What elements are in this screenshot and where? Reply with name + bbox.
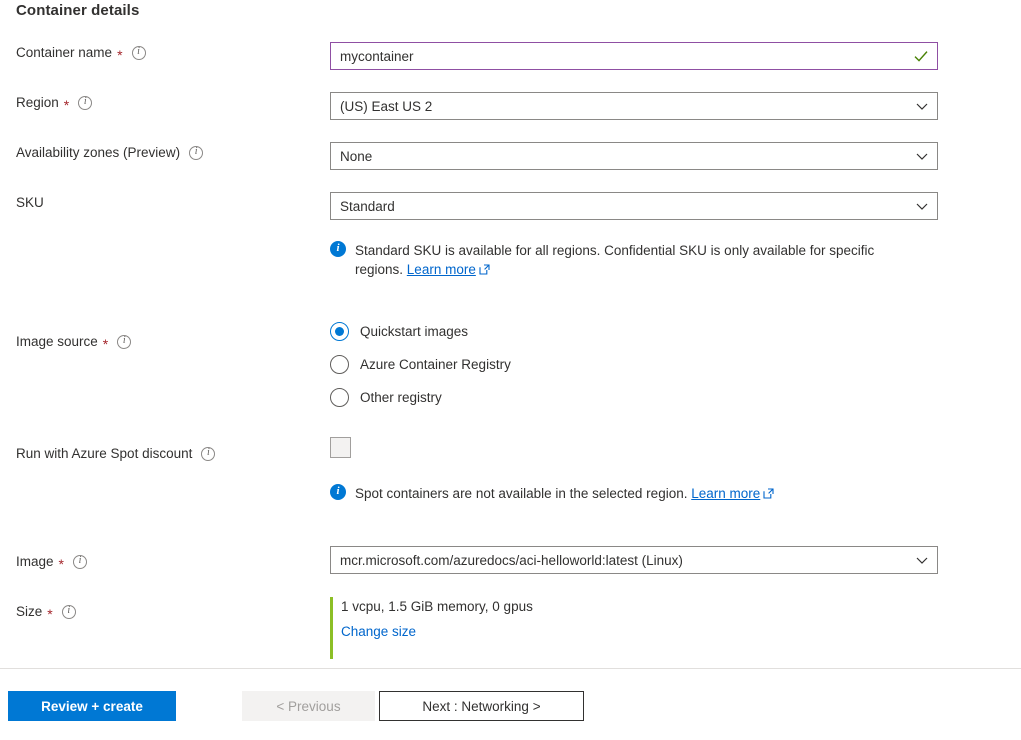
form-body: Container details Container name * i myc… bbox=[0, 0, 1021, 668]
container-name-input-wrap: mycontainer bbox=[330, 42, 938, 70]
sku-info-text: Standard SKU is available for all region… bbox=[355, 241, 911, 279]
size-summary-inner: 1 vcpu, 1.5 GiB memory, 0 gpus Change si… bbox=[330, 597, 533, 642]
info-icon[interactable]: i bbox=[189, 146, 203, 160]
region-value: (US) East US 2 bbox=[340, 99, 915, 114]
size-summary-block: 1 vcpu, 1.5 GiB memory, 0 gpus Change si… bbox=[330, 597, 533, 659]
page-title: Container details bbox=[16, 2, 139, 19]
size-accent-bar bbox=[330, 597, 333, 659]
availability-zones-select[interactable]: None bbox=[330, 142, 938, 170]
container-name-input[interactable]: mycontainer bbox=[330, 42, 938, 70]
label-text: Size bbox=[16, 604, 42, 619]
radio-label: Azure Container Registry bbox=[360, 357, 511, 372]
availability-zones-select-wrap: None bbox=[330, 142, 938, 170]
container-name-value: mycontainer bbox=[340, 49, 913, 64]
spot-info-message: i Spot containers are not available in t… bbox=[330, 484, 774, 503]
label-text: Image bbox=[16, 554, 54, 569]
region-select-wrap: (US) East US 2 bbox=[330, 92, 938, 120]
label-region: Region * i bbox=[16, 95, 92, 110]
label-image-source: Image source * i bbox=[16, 334, 131, 349]
label-image: Image * i bbox=[16, 554, 87, 569]
review-create-button[interactable]: Review + create bbox=[8, 691, 176, 721]
chevron-down-icon bbox=[915, 99, 929, 113]
label-sku: SKU bbox=[16, 195, 44, 210]
label-availability-zones: Availability zones (Preview) i bbox=[16, 145, 203, 160]
radio-indicator bbox=[330, 388, 349, 407]
sku-learn-more-link[interactable]: Learn more bbox=[407, 262, 476, 277]
info-filled-icon: i bbox=[330, 484, 346, 500]
chevron-down-icon bbox=[915, 149, 929, 163]
radio-label: Other registry bbox=[360, 390, 442, 405]
next-networking-button[interactable]: Next : Networking > bbox=[379, 691, 584, 721]
previous-button[interactable]: < Previous bbox=[242, 691, 375, 721]
external-link-icon bbox=[479, 264, 490, 275]
label-spot-discount: Run with Azure Spot discount i bbox=[16, 446, 215, 461]
label-text: Region bbox=[16, 95, 59, 110]
spot-info-text: Spot containers are not available in the… bbox=[355, 484, 774, 503]
external-link-icon bbox=[763, 488, 774, 499]
label-text: Availability zones (Preview) bbox=[16, 145, 180, 160]
info-icon[interactable]: i bbox=[201, 447, 215, 461]
info-icon[interactable]: i bbox=[117, 335, 131, 349]
sku-select[interactable]: Standard bbox=[330, 192, 938, 220]
spot-discount-checkbox[interactable] bbox=[330, 437, 351, 458]
label-container-name: Container name * i bbox=[16, 45, 146, 60]
label-text: Container name bbox=[16, 45, 112, 60]
info-filled-icon: i bbox=[330, 241, 346, 257]
region-select[interactable]: (US) East US 2 bbox=[330, 92, 938, 120]
container-details-form: Container details Container name * i myc… bbox=[0, 0, 1021, 740]
size-summary-text: 1 vcpu, 1.5 GiB memory, 0 gpus bbox=[341, 597, 533, 617]
radio-option-other-registry[interactable]: Other registry bbox=[330, 388, 442, 407]
checkmark-icon bbox=[913, 48, 929, 64]
image-select-wrap: mcr.microsoft.com/azuredocs/aci-hellowor… bbox=[330, 546, 938, 574]
sku-value: Standard bbox=[340, 199, 915, 214]
radio-option-azure-container-registry[interactable]: Azure Container Registry bbox=[330, 355, 511, 374]
sku-select-wrap: Standard bbox=[330, 192, 938, 220]
chevron-down-icon bbox=[915, 553, 929, 567]
required-asterisk: * bbox=[47, 607, 52, 621]
label-text: SKU bbox=[16, 195, 44, 210]
radio-label: Quickstart images bbox=[360, 324, 468, 339]
required-asterisk: * bbox=[59, 557, 64, 571]
info-icon[interactable]: i bbox=[132, 46, 146, 60]
required-asterisk: * bbox=[64, 98, 69, 112]
chevron-down-icon bbox=[915, 199, 929, 213]
radio-indicator bbox=[330, 355, 349, 374]
label-text: Image source bbox=[16, 334, 98, 349]
radio-option-quickstart-images[interactable]: Quickstart images bbox=[330, 322, 468, 341]
sku-info-message: i Standard SKU is available for all regi… bbox=[330, 241, 911, 279]
spot-info-body: Spot containers are not available in the… bbox=[355, 486, 687, 501]
label-text: Run with Azure Spot discount bbox=[16, 446, 192, 461]
info-icon[interactable]: i bbox=[62, 605, 76, 619]
image-value: mcr.microsoft.com/azuredocs/aci-hellowor… bbox=[340, 553, 915, 568]
availability-zones-value: None bbox=[340, 149, 915, 164]
change-size-link[interactable]: Change size bbox=[341, 622, 416, 642]
info-icon[interactable]: i bbox=[78, 96, 92, 110]
spot-learn-more-link[interactable]: Learn more bbox=[691, 486, 760, 501]
label-size: Size * i bbox=[16, 604, 76, 619]
required-asterisk: * bbox=[103, 337, 108, 351]
image-select[interactable]: mcr.microsoft.com/azuredocs/aci-hellowor… bbox=[330, 546, 938, 574]
info-icon[interactable]: i bbox=[73, 555, 87, 569]
required-asterisk: * bbox=[117, 48, 122, 62]
radio-indicator bbox=[330, 322, 349, 341]
